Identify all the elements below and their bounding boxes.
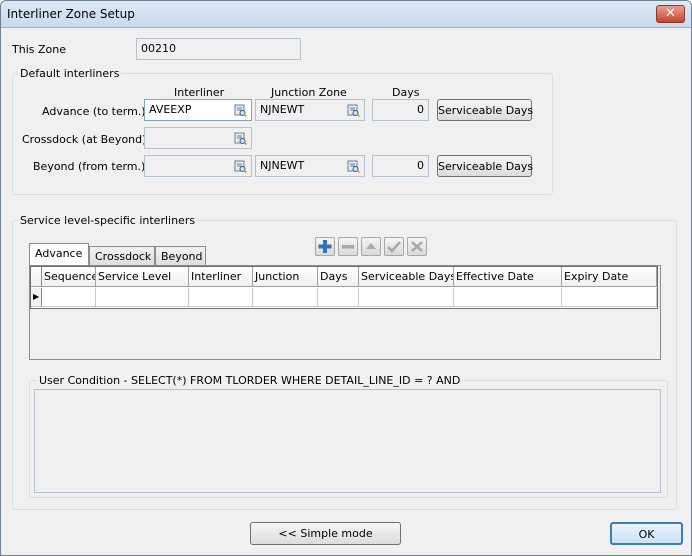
crossdock-row-label: Crossdock (at Beyond) — [22, 133, 147, 146]
close-button[interactable]: ✕ — [656, 5, 685, 23]
beyond-row-label: Beyond (from term.) — [33, 160, 146, 173]
column-header-sequence[interactable]: Sequence — [42, 267, 96, 287]
tab-crossdock[interactable]: Crossdock — [89, 246, 155, 266]
lookup-icon[interactable] — [234, 132, 247, 145]
interliner-zone-setup-window: Interliner Zone Setup ✕ This Zone 00210 … — [0, 0, 692, 556]
default-interliners-label: Default interliners — [18, 67, 122, 80]
window-title: Interliner Zone Setup — [7, 7, 135, 21]
row-header-corner — [31, 267, 42, 287]
lookup-icon[interactable] — [234, 160, 247, 173]
advance-days-field[interactable]: 0 — [372, 99, 429, 121]
lookup-icon[interactable] — [347, 104, 360, 117]
simple-mode-button[interactable]: << Simple mode — [250, 522, 401, 545]
advance-junction-zone-value: NJNEWT — [260, 103, 305, 116]
tab-beyond[interactable]: Beyond — [155, 246, 206, 266]
beyond-days-field[interactable]: 0 — [372, 155, 429, 177]
advance-junction-zone-field[interactable]: NJNEWT — [255, 99, 365, 121]
beyond-interliner-field[interactable] — [144, 155, 252, 177]
user-condition-label: User Condition - SELECT(*) FROM TLORDER … — [37, 374, 463, 387]
beyond-junction-zone-value: NJNEWT — [260, 159, 305, 172]
title-bar[interactable]: Interliner Zone Setup ✕ — [1, 1, 691, 28]
interliner-column-header: Interliner — [174, 86, 225, 99]
column-header-expiry-date[interactable]: Expiry Date — [562, 267, 657, 287]
table-cell[interactable] — [96, 288, 189, 307]
advance-interliner-field[interactable]: AVEEXP — [144, 99, 252, 121]
add-icon — [318, 240, 332, 253]
table-cell[interactable] — [454, 288, 562, 307]
cancel-button[interactable] — [407, 237, 427, 256]
lookup-icon[interactable] — [347, 160, 360, 173]
junction-zone-column-header: Junction Zone — [271, 86, 347, 99]
column-header-serviceable-days[interactable]: Serviceable Days — [359, 267, 454, 287]
service-level-group-label: Service level-specific interliners — [18, 214, 198, 227]
move-up-icon — [366, 243, 376, 249]
advance-serviceable-days-button[interactable]: Serviceable Days — [437, 99, 533, 121]
advance-row-label: Advance (to term.) — [42, 105, 146, 118]
confirm-icon — [387, 241, 401, 253]
confirm-button[interactable] — [384, 237, 404, 256]
ok-button[interactable]: OK — [610, 522, 683, 545]
days-column-header: Days — [392, 86, 420, 99]
beyond-serviceable-days-button[interactable]: Serviceable Days — [437, 155, 533, 177]
lookup-icon[interactable] — [234, 104, 247, 117]
table-cell[interactable] — [253, 288, 318, 307]
table-cell[interactable] — [189, 288, 253, 307]
move-up-button[interactable] — [361, 237, 381, 256]
beyond-junction-zone-field[interactable]: NJNEWT — [255, 155, 365, 177]
user-condition-textarea[interactable] — [34, 389, 661, 493]
column-header-service-level[interactable]: Service Level — [96, 267, 189, 287]
current-row-indicator[interactable]: ▶ — [31, 288, 42, 307]
this-zone-field[interactable]: 00210 — [136, 38, 301, 60]
cancel-icon — [411, 241, 423, 252]
advance-interliner-value: AVEEXP — [149, 103, 192, 116]
add-button[interactable] — [315, 237, 335, 256]
table-cell[interactable] — [359, 288, 454, 307]
table-cell[interactable] — [318, 288, 359, 307]
this-zone-label: This Zone — [12, 43, 66, 56]
table-cell[interactable] — [562, 288, 657, 307]
column-header-days[interactable]: Days — [318, 267, 359, 287]
remove-icon — [342, 245, 354, 249]
column-header-junction[interactable]: Junction — [253, 267, 318, 287]
column-header-interliner[interactable]: Interliner — [189, 267, 253, 287]
table-cell[interactable] — [42, 288, 96, 307]
crossdock-interliner-field[interactable] — [144, 127, 252, 149]
column-header-effective-date[interactable]: Effective Date — [454, 267, 562, 287]
remove-button[interactable] — [338, 237, 358, 256]
tab-advance[interactable]: Advance — [29, 243, 89, 266]
